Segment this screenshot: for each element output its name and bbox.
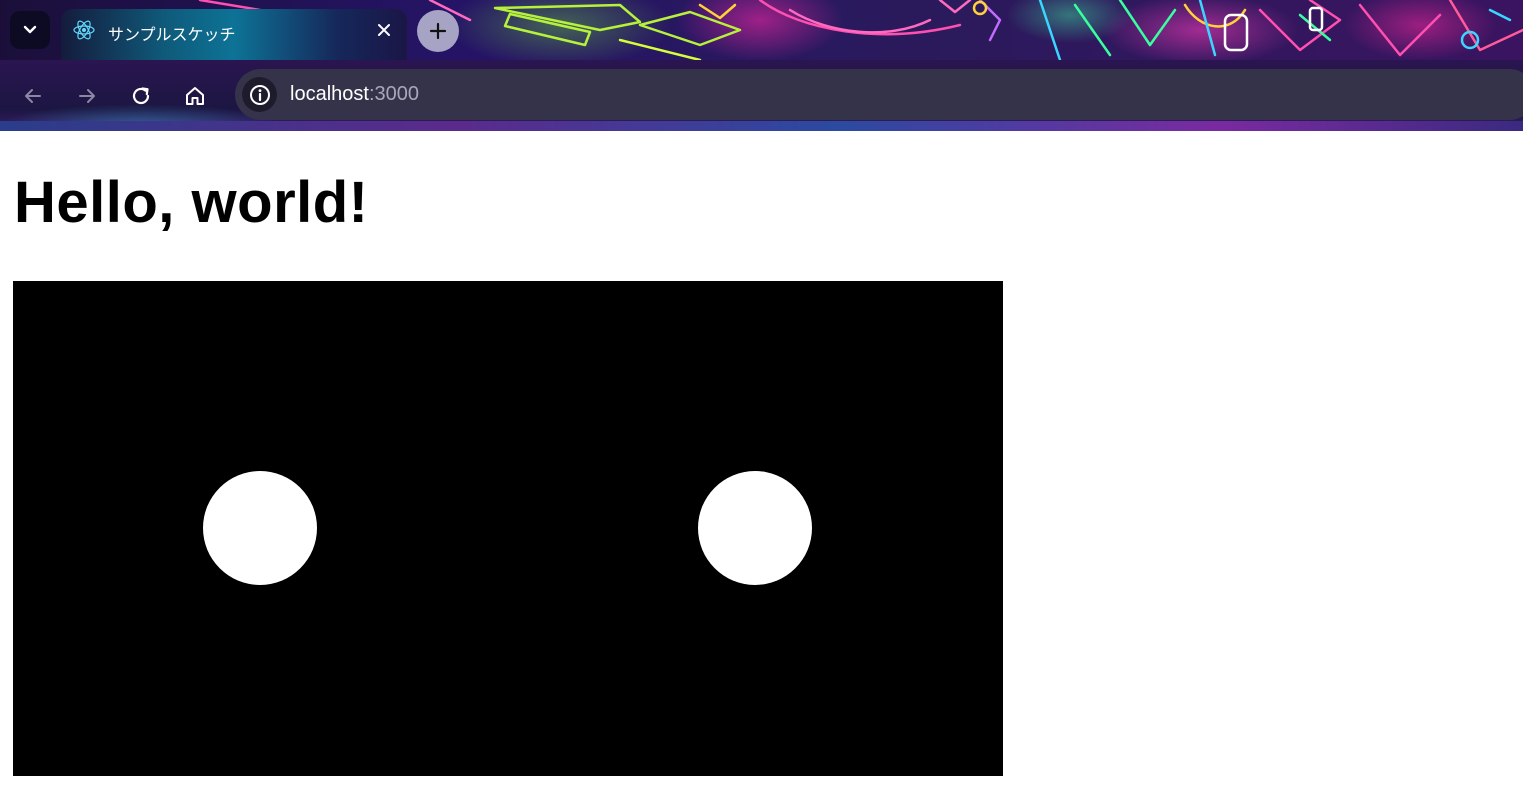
- tab-strip: サンプルスケッチ: [0, 0, 1523, 60]
- browser-chrome: サンプルスケッチ localhost:3000: [0, 0, 1523, 131]
- page-content: Hello, world!: [0, 131, 1523, 804]
- forward-button[interactable]: [71, 80, 103, 112]
- circle-left: [203, 471, 317, 585]
- plus-icon: [429, 22, 447, 40]
- address-bar[interactable]: [235, 69, 1523, 120]
- home-icon: [186, 87, 204, 105]
- home-button[interactable]: [179, 80, 211, 112]
- tab-close-button[interactable]: [372, 18, 396, 42]
- tab-title: サンプルスケッチ: [108, 25, 236, 44]
- info-icon: [249, 84, 270, 105]
- url-port: :3000: [368, 83, 419, 105]
- reload-icon: [132, 87, 150, 105]
- close-icon: [378, 24, 390, 36]
- tab-search-button[interactable]: [10, 11, 50, 49]
- circle-right: [698, 471, 812, 585]
- arrow-right-icon: [79, 89, 95, 103]
- new-tab-button[interactable]: [417, 10, 459, 52]
- url-host: localhost: [290, 83, 369, 105]
- page-heading: Hello, world!: [14, 170, 369, 235]
- chevron-down-icon: [23, 25, 37, 34]
- url-text[interactable]: localhost:3000: [290, 83, 419, 106]
- react-logo-icon: [73, 20, 95, 40]
- site-info-button[interactable]: [242, 77, 277, 112]
- back-button[interactable]: [17, 80, 49, 112]
- sketch-canvas[interactable]: [13, 281, 1003, 776]
- arrow-left-icon: [25, 89, 41, 103]
- reload-button[interactable]: [125, 80, 157, 112]
